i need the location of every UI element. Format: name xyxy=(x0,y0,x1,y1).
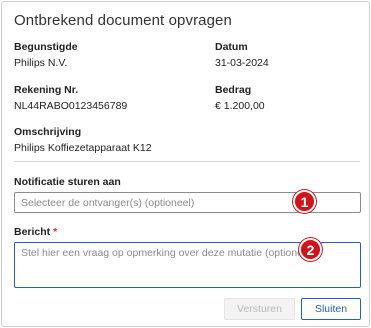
request-document-dialog: Ontbrekend document opvragen Begunstigde… xyxy=(1,1,370,327)
dialog-title: Ontbrekend document opvragen xyxy=(14,12,232,29)
close-button[interactable]: Sluiten xyxy=(301,298,361,320)
notify-label: Notificatie sturen aan xyxy=(14,176,121,188)
description-label: Omschrijving xyxy=(14,126,82,138)
required-marker: * xyxy=(53,226,58,238)
beneficiary-value: Philips N.V. xyxy=(14,57,68,69)
step-badge-1: 1 xyxy=(293,190,316,213)
date-value: 31-03-2024 xyxy=(215,57,269,69)
beneficiary-label: Begunstigde xyxy=(14,41,78,53)
message-label-text: Bericht xyxy=(14,226,51,238)
send-button[interactable]: Versturen xyxy=(224,298,295,320)
account-value: NL44RABO0123456789 xyxy=(14,100,128,112)
message-label: Bericht * xyxy=(14,226,57,238)
amount-value: € 1.200,00 xyxy=(215,100,265,112)
description-value: Philips Koffiezetapparaat K12 xyxy=(14,142,152,154)
date-label: Datum xyxy=(215,41,248,53)
account-label: Rekening Nr. xyxy=(14,84,79,96)
amount-label: Bedrag xyxy=(215,84,252,96)
step-badge-2: 2 xyxy=(299,238,322,261)
section-divider xyxy=(14,161,360,162)
